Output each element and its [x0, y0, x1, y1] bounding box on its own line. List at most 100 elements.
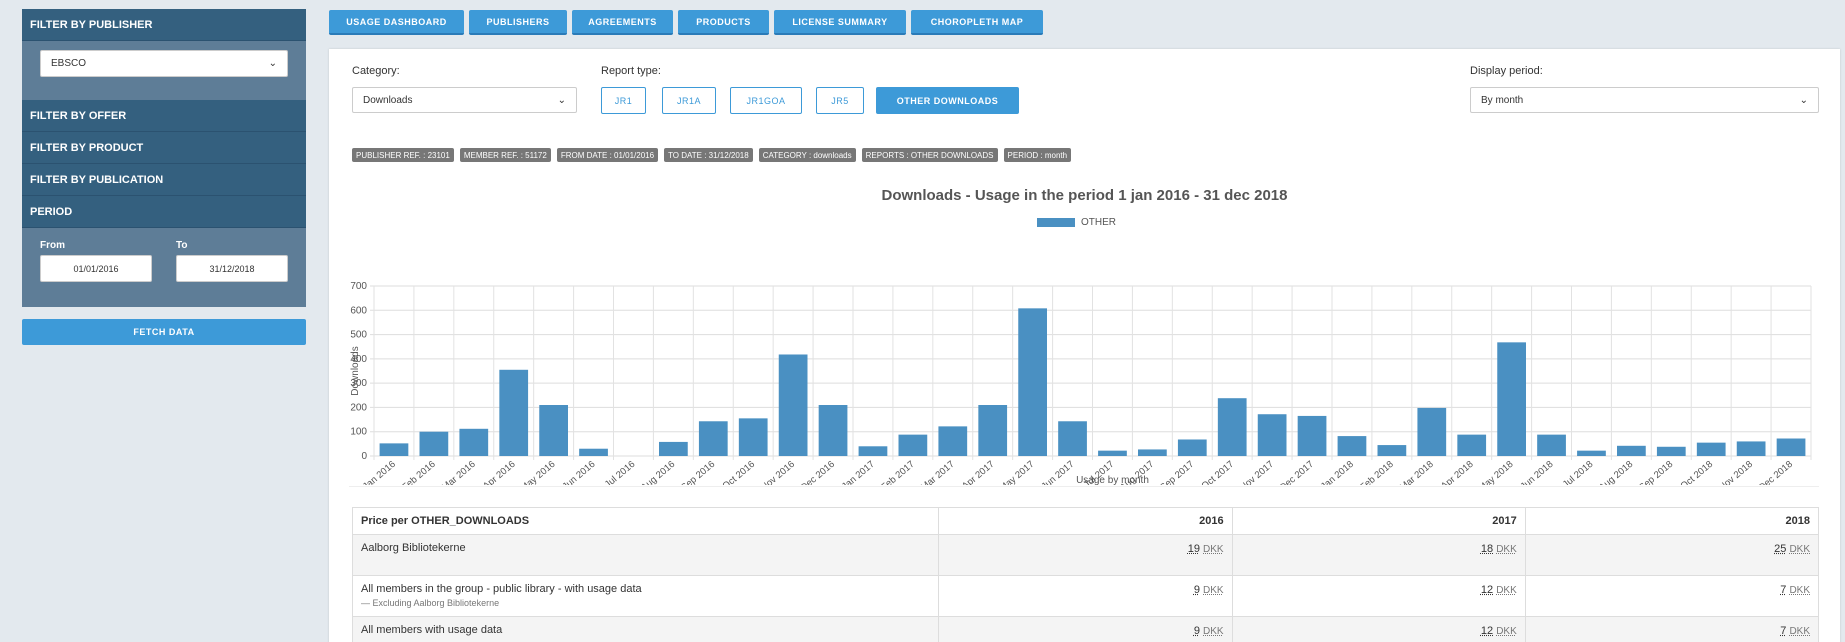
y-tick-label: 0	[361, 451, 367, 462]
y-tick-label: 700	[350, 281, 367, 292]
display-period-select[interactable]: By month ⌄	[1470, 87, 1819, 113]
chart-bar	[1058, 421, 1087, 456]
row-value: 19 DKK	[938, 534, 1233, 576]
chart-bar	[1018, 308, 1047, 456]
row-value: 12 DKK	[1231, 575, 1526, 617]
x-tick-label: Sep 2017	[1158, 459, 1196, 485]
nav-products[interactable]: PRODUCTS	[678, 10, 769, 35]
category-select[interactable]: Downloads ⌄	[352, 87, 577, 113]
chart-bar	[778, 354, 808, 456]
category-label: Category:	[352, 65, 400, 77]
chart-bar	[1297, 415, 1327, 456]
x-tick-label: Aug 2016	[639, 459, 677, 485]
x-tick-label: Mar 2018	[1398, 459, 1436, 485]
nav-publishers[interactable]: PUBLISHERS	[469, 10, 567, 35]
publisher-select-wrap: EBSCO ⌄	[22, 41, 306, 100]
chart-bar	[1098, 450, 1127, 456]
row-value: 18 DKK	[1231, 534, 1526, 576]
to-date-input[interactable]: 31/12/2018	[176, 255, 288, 282]
badge-publisher-ref: PUBLISHER REF. : 23101	[352, 148, 454, 162]
x-tick-label: Mar 2016	[440, 459, 478, 485]
table-row: All members with usage data 9 DKK 12 DKK…	[351, 616, 1820, 642]
chart-bar	[1337, 436, 1367, 456]
nav-license-summary[interactable]: LICENSE SUMMARY	[774, 10, 906, 35]
nav-agreements[interactable]: AGREEMENTS	[572, 10, 673, 35]
row-value: 12 DKK	[1231, 616, 1526, 642]
x-tick-label: Nov 2016	[759, 459, 797, 485]
report-jr1-button[interactable]: JR1	[601, 87, 646, 114]
row-value: 25 DKK	[1524, 534, 1820, 576]
x-tick-label: Jun 2017	[1039, 459, 1076, 485]
x-tick-label: Feb 2018	[1358, 459, 1396, 485]
chart-bar	[1617, 445, 1646, 456]
chart-bar	[938, 426, 968, 456]
x-tick-label: Jan 2018	[1319, 459, 1356, 485]
row-value: 9 DKK	[938, 575, 1233, 617]
top-nav: USAGE DASHBOARD PUBLISHERS AGREEMENTS PR…	[329, 10, 1043, 35]
chart-bar	[1656, 446, 1686, 456]
row-value: 9 DKK	[938, 616, 1233, 642]
x-tick-label: May 2018	[1477, 459, 1516, 485]
chart-bar	[858, 446, 888, 456]
from-date-input[interactable]: 01/01/2016	[40, 255, 152, 282]
row-name: Aalborg Bibliotekerne	[351, 534, 940, 576]
filter-offer-header[interactable]: FILTER BY OFFER	[22, 100, 306, 132]
x-tick-label: Feb 2016	[400, 459, 438, 485]
period-header[interactable]: PERIOD	[22, 196, 306, 228]
publisher-select-value: EBSCO	[51, 58, 87, 69]
chart-bar	[1417, 407, 1447, 456]
x-tick-label: May 2016	[519, 459, 558, 485]
badge-category: CATEGORY : downloads	[758, 148, 856, 162]
x-tick-label: Nov 2018	[1717, 459, 1755, 485]
badge-reports: REPORTS : OTHER DOWNLOADS	[861, 148, 998, 162]
x-tick-label: Mar 2017	[919, 459, 957, 485]
table-header-2018: 2018	[1524, 507, 1820, 535]
chart-bar	[898, 434, 928, 456]
report-jr5-button[interactable]: JR5	[816, 87, 864, 114]
chart-bar	[738, 418, 768, 456]
chart-bar	[1377, 445, 1407, 456]
row-value: 7 DKK	[1524, 575, 1820, 617]
badge-period: PERIOD : month	[1003, 148, 1072, 162]
chart-bar	[1177, 439, 1207, 456]
table-header-2016: 2016	[938, 507, 1233, 535]
chart-bar	[379, 443, 409, 456]
y-tick-label: 200	[350, 402, 367, 413]
chart-bar	[1457, 434, 1487, 456]
report-jr1a-button[interactable]: JR1A	[662, 87, 716, 114]
nav-usage-dashboard[interactable]: USAGE DASHBOARD	[329, 10, 464, 35]
x-tick-label: Oct 2016	[721, 459, 758, 485]
chart-bar	[1138, 449, 1167, 456]
x-tick-label: Jan 2016	[361, 459, 398, 485]
chart-bar	[419, 431, 449, 456]
x-tick-label: Oct 2017	[1200, 459, 1237, 485]
x-tick-label: Jul 2018	[1561, 459, 1596, 485]
filter-product-header[interactable]: FILTER BY PRODUCT	[22, 132, 306, 164]
publisher-select[interactable]: EBSCO ⌄	[40, 50, 288, 77]
table-header-2017: 2017	[1231, 507, 1526, 535]
divider	[349, 486, 1819, 487]
x-tick-label: Jun 2018	[1518, 459, 1555, 485]
report-jr1goa-button[interactable]: JR1GOA	[730, 87, 802, 114]
y-tick-label: 600	[350, 305, 367, 316]
period-dates: From To 01/01/2016 31/12/2018	[22, 228, 306, 310]
table-row: All members in the group - public librar…	[351, 575, 1820, 617]
x-tick-label: Apr 2018	[1439, 459, 1476, 485]
report-other-downloads-button[interactable]: OTHER DOWNLOADS	[876, 87, 1019, 114]
chart-legend[interactable]: OTHER	[1037, 217, 1116, 228]
x-tick-label: Aug 2018	[1597, 459, 1635, 485]
row-name: All members with usage data	[351, 616, 940, 642]
nav-choropleth-map[interactable]: CHOROPLETH MAP	[911, 10, 1043, 35]
filter-publication-header[interactable]: FILTER BY PUBLICATION	[22, 164, 306, 196]
x-tick-label: Dec 2017	[1278, 459, 1316, 485]
table-row: Aalborg Bibliotekerne 19 DKK 18 DKK 25 D…	[351, 534, 1820, 576]
filter-publisher-header[interactable]: FILTER BY PUBLISHER	[22, 9, 306, 41]
x-tick-label: Jan 2017	[840, 459, 877, 485]
chevron-down-icon: ⌄	[557, 94, 566, 106]
x-tick-label: Dec 2016	[799, 459, 837, 485]
x-tick-label: Apr 2016	[481, 459, 518, 485]
display-period-label: Display period:	[1470, 65, 1543, 77]
chevron-down-icon: ⌄	[268, 58, 277, 69]
fetch-data-button[interactable]: FETCH DATA	[22, 319, 306, 345]
x-tick-label: May 2017	[998, 459, 1037, 485]
